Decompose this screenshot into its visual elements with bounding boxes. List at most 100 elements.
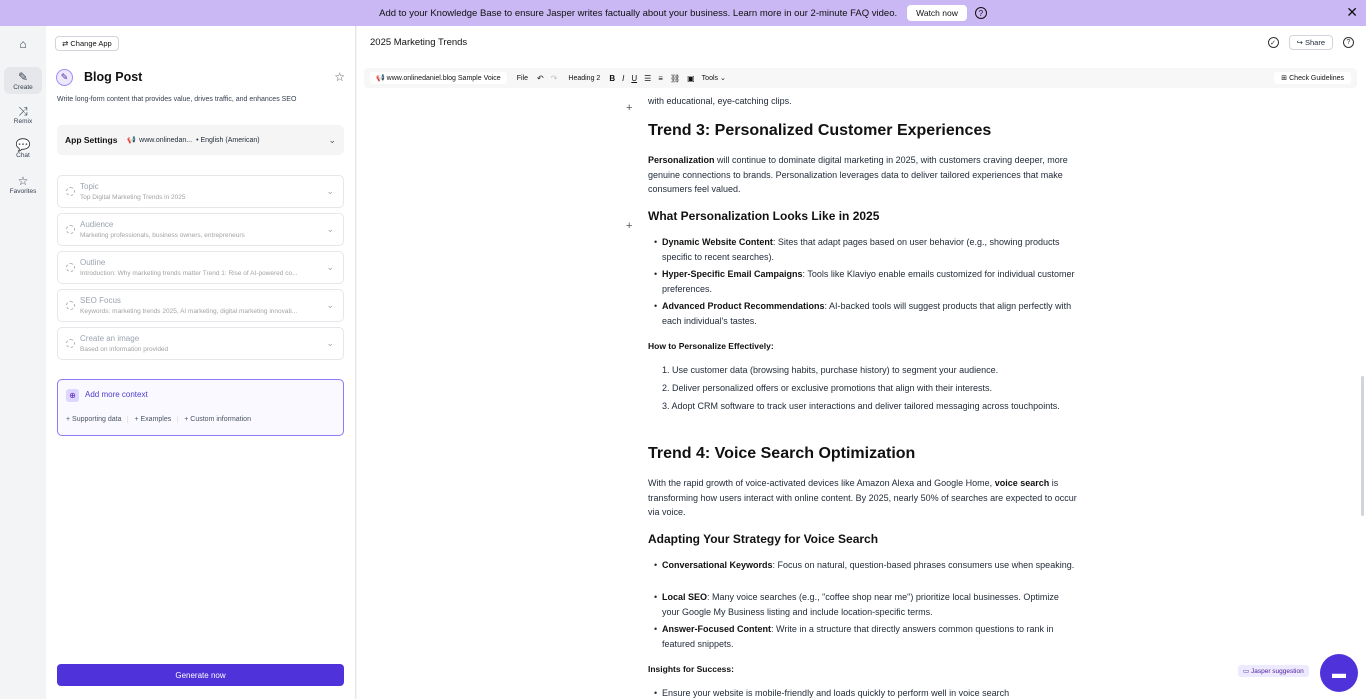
- status-circle-icon: [66, 301, 75, 310]
- check-guidelines-button[interactable]: ⊞ Check Guidelines: [1274, 72, 1351, 84]
- heading-select[interactable]: Heading 2: [568, 75, 600, 82]
- field-label: Outline: [80, 258, 106, 267]
- announcement-banner: Add to your Knowledge Base to ensure Jas…: [0, 0, 1366, 26]
- rail-create[interactable]: ✎ Create: [4, 67, 42, 94]
- question-circle-icon[interactable]: ?: [1343, 37, 1354, 48]
- rail-label-chat: Chat: [16, 152, 30, 159]
- chevron-down-icon: ⌄: [326, 224, 334, 234]
- list-item: 2. Deliver personalized offers or exclus…: [662, 383, 992, 393]
- document-title[interactable]: 2025 Marketing Trends: [370, 37, 467, 48]
- bullet-list-icon[interactable]: ☰: [644, 74, 651, 83]
- examples-option[interactable]: + Examples: [134, 416, 179, 423]
- share-button[interactable]: ↪ Share: [1288, 35, 1333, 50]
- supporting-data-option[interactable]: + Supporting data: [66, 416, 129, 423]
- left-rail: ⌂ ✎ Create ⤨ Remix 💬 Chat ☆ Favorites: [0, 26, 46, 699]
- redo-icon[interactable]: ↷: [551, 74, 558, 83]
- settings-voice: www.onlinedan...: [139, 136, 193, 144]
- add-context-box[interactable]: ⊕ Add more context + Supporting data + E…: [57, 379, 344, 436]
- editor-toolbar: 📢 www.onlinedaniel.blog Sample Voice Fil…: [364, 68, 1357, 88]
- check-guidelines-label: Check Guidelines: [1289, 75, 1344, 82]
- status-circle-icon: [66, 263, 75, 272]
- voice-label: www.onlinedaniel.blog Sample Voice: [386, 75, 501, 82]
- chevron-down-icon: ⌄: [326, 300, 334, 310]
- check-circle-icon[interactable]: ✓: [1267, 37, 1279, 48]
- voice-selector[interactable]: 📢 www.onlinedaniel.blog Sample Voice: [370, 72, 507, 84]
- field-label: Topic: [80, 182, 99, 191]
- list-item: Hyper-Specific Email Campaigns: Tools li…: [654, 267, 1076, 296]
- settings-language: • English (American): [196, 136, 260, 144]
- underline-icon[interactable]: U: [631, 74, 637, 83]
- heading-trend-4: Trend 4: Voice Search Optimization: [648, 445, 916, 462]
- context-icon: ⊕: [66, 389, 79, 402]
- suggestion-label: Jasper suggestion: [1250, 668, 1304, 675]
- bold-text: voice search: [994, 478, 1050, 488]
- rail-home[interactable]: ⌂: [4, 37, 42, 51]
- share-label: Share: [1304, 38, 1325, 47]
- chat-bubble-button[interactable]: ▬: [1320, 654, 1358, 692]
- link-icon[interactable]: ⛓: [670, 74, 680, 83]
- paragraph: Personalization will continue to dominat…: [648, 153, 1078, 197]
- jasper-suggestion-chip[interactable]: ▭ Jasper suggestion: [1238, 665, 1309, 677]
- undo-icon[interactable]: ↶: [537, 74, 544, 83]
- chevron-down-icon: ⌄: [719, 75, 726, 82]
- create-image-field[interactable]: Create an image Based on information pro…: [57, 327, 344, 360]
- megaphone-icon: 📢: [127, 137, 137, 144]
- add-block-plus-icon[interactable]: +: [626, 102, 632, 114]
- bold-icon[interactable]: B: [609, 74, 615, 83]
- context-options: + Supporting data + Examples + Custom in…: [66, 416, 257, 423]
- subheading: What Personalization Looks Like in 2025: [648, 209, 880, 223]
- close-icon[interactable]: ✕: [1346, 5, 1358, 19]
- custom-information-option[interactable]: + Custom information: [184, 416, 257, 423]
- topic-field[interactable]: Topic Top Digital Marketing Trends in 20…: [57, 175, 344, 208]
- add-block-plus-icon[interactable]: +: [626, 220, 632, 232]
- field-label: Audience: [80, 220, 114, 229]
- seo-focus-field[interactable]: SEO Focus Keywords: marketing trends 202…: [57, 289, 344, 322]
- image-icon[interactable]: ▣: [687, 74, 695, 83]
- app-title: Blog Post: [84, 70, 143, 84]
- rail-label-remix: Remix: [13, 118, 33, 125]
- chevron-down-icon: ⌄: [328, 134, 336, 145]
- pencil-icon: ✎: [17, 70, 29, 84]
- bold-text: Hyper-Specific Email Campaigns: [662, 269, 803, 279]
- chevron-down-icon: ⌄: [326, 186, 334, 196]
- app-panel: ⇄ Change App ✎ Blog Post ☆ Write long-fo…: [46, 26, 356, 699]
- italic-icon[interactable]: I: [622, 74, 624, 83]
- rail-remix[interactable]: ⤨ Remix: [4, 104, 42, 125]
- rail-chat[interactable]: 💬 Chat: [4, 138, 42, 159]
- scrollbar[interactable]: [1361, 376, 1364, 516]
- outline-field[interactable]: Outline Introduction: Why marketing tren…: [57, 251, 344, 284]
- shuffle-icon: ⤨: [18, 104, 28, 118]
- blog-post-icon: ✎: [56, 69, 73, 86]
- comment-icon: ▭: [1243, 668, 1250, 675]
- chevron-down-icon: ⌄: [326, 262, 334, 272]
- list-item: Answer-Focused Content: Write in a struc…: [654, 622, 1076, 651]
- file-menu[interactable]: File: [517, 75, 528, 82]
- text: : Focus on natural, question-based phras…: [772, 560, 1075, 570]
- bold-text: Advanced Product Recommendations: [662, 301, 825, 311]
- tools-menu[interactable]: Tools ⌄: [702, 74, 726, 82]
- list-item: Advanced Product Recommendations: AI-bac…: [654, 299, 1076, 328]
- add-context-title: Add more context: [85, 390, 148, 399]
- list-item: Ensure your website is mobile-friendly a…: [654, 686, 1076, 699]
- status-circle-icon: [66, 225, 75, 234]
- list-item: Dynamic Website Content: Sites that adap…: [654, 235, 1076, 264]
- bold-text: Dynamic Website Content: [662, 237, 773, 247]
- rail-favorites[interactable]: ☆ Favorites: [4, 174, 42, 195]
- minor-heading: Insights for Success:: [648, 664, 734, 674]
- app-settings[interactable]: App Settings 📢 www.onlinedan... • Englis…: [57, 125, 344, 155]
- change-app-button[interactable]: ⇄ Change App: [55, 36, 119, 51]
- generate-now-button[interactable]: Generate now: [57, 664, 344, 686]
- numbered-list-icon[interactable]: ≡: [658, 74, 663, 83]
- megaphone-icon: 📢: [376, 75, 385, 82]
- top-actions: ✓ ↪ Share ?: [1267, 35, 1354, 50]
- bold-text: Local SEO: [662, 592, 708, 602]
- favorite-star-icon[interactable]: ☆: [334, 70, 345, 84]
- status-circle-icon: [66, 339, 75, 348]
- field-label: Create an image: [80, 334, 140, 343]
- minor-heading: How to Personalize Effectively:: [648, 341, 774, 351]
- status-circle-icon: [66, 187, 75, 196]
- audience-field[interactable]: Audience Marketing professionals, busine…: [57, 213, 344, 246]
- question-circle-icon[interactable]: ?: [974, 7, 987, 19]
- rail-label-create: Create: [13, 84, 33, 91]
- watch-now-button[interactable]: Watch now: [907, 5, 967, 21]
